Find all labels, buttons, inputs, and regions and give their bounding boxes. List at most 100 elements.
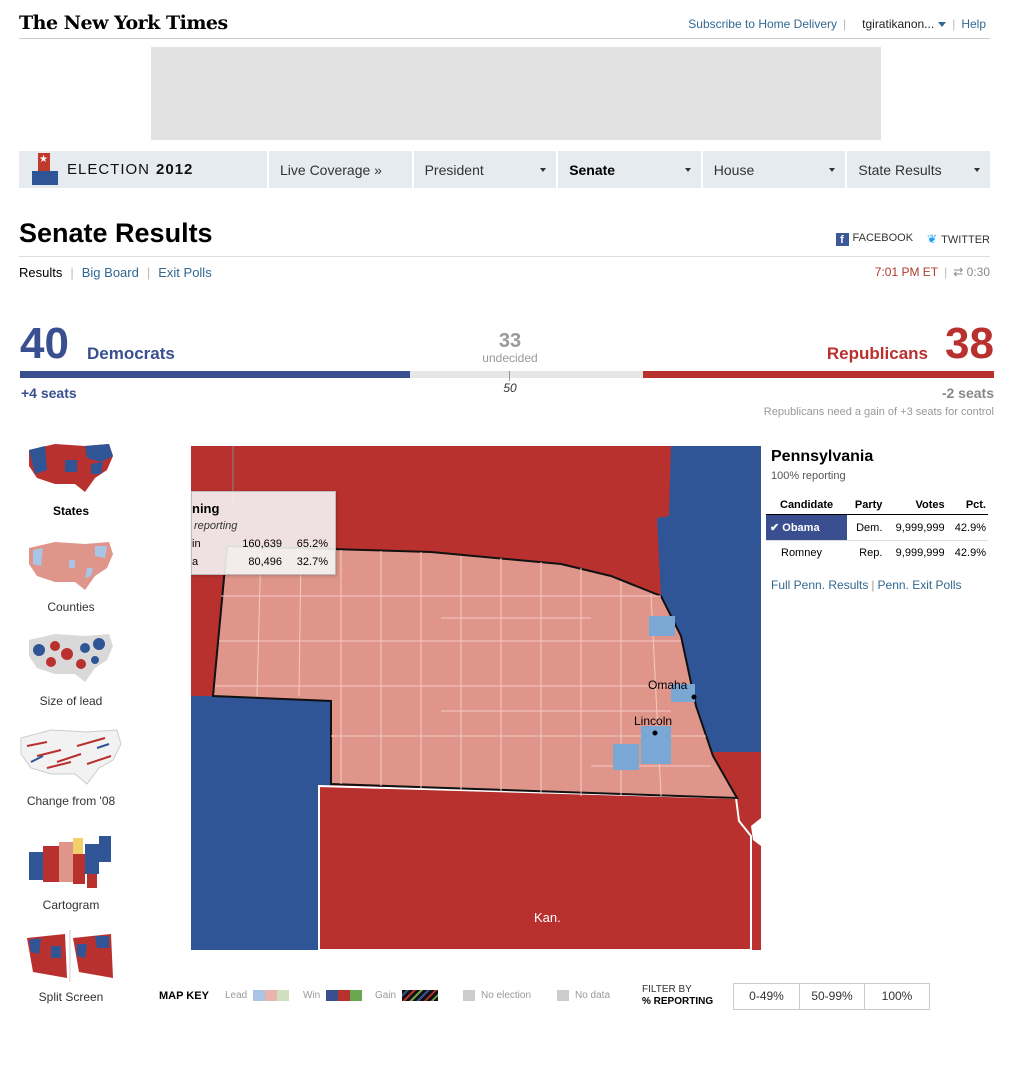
nav-president[interactable]: President — [411, 151, 557, 188]
tooltip-subtitle: reporting — [194, 520, 238, 532]
dem-seat-fill — [20, 371, 410, 378]
refresh-icon: ⇄ — [953, 265, 967, 279]
help-link[interactable]: Help — [961, 17, 986, 31]
gain-swatch — [402, 990, 439, 1001]
table-row: Romney Rep. 9,999,999 42.9% — [766, 541, 988, 566]
table-row: ✔ Obama Dem. 9,999,999 42.9% — [766, 514, 988, 541]
rep-seat-change: -2 seats — [941, 385, 994, 401]
undecided-label: undecided — [482, 351, 538, 365]
view-states[interactable]: States — [12, 440, 130, 518]
county-lead-dem[interactable] — [649, 616, 675, 636]
rep-seat-fill — [643, 371, 994, 378]
exit-polls-link[interactable]: Penn. Exit Polls — [878, 578, 962, 592]
filter-0-49[interactable]: 0-49% — [734, 984, 799, 1009]
colorado-region[interactable] — [191, 696, 331, 950]
ballot-box-icon: ★ — [32, 153, 58, 185]
tooltip-row: a 80,496 32.7% — [192, 556, 328, 568]
account-links: Subscribe to Home Delivery | tgiratikano… — [688, 17, 986, 31]
masthead: The New York Times Subscribe to Home Del… — [19, 10, 990, 39]
filter-100[interactable]: 100% — [864, 984, 929, 1009]
no-election-swatch — [463, 990, 475, 1001]
rep-label: Republicans — [826, 344, 928, 363]
candidate-name: Romney — [781, 547, 822, 559]
twitter-share[interactable]: ❦ TWITTER — [927, 232, 990, 246]
view-label: Change from '08 — [26, 794, 116, 808]
tooltip-title: ning — [192, 501, 220, 516]
key-no-election: No election — [463, 990, 531, 1001]
tab-results[interactable]: Results — [19, 265, 62, 280]
view-cartogram[interactable]: Cartogram — [12, 832, 130, 912]
election-nav: ★ ELECTION 2012 Live Coverage » Presiden… — [19, 151, 990, 188]
view-label: Counties — [47, 600, 95, 614]
split-screen-icon — [27, 930, 113, 982]
tooltip-row: in 160,639 65.2% — [192, 538, 328, 550]
us-map-counties-icon — [29, 542, 113, 590]
us-map-bubbles-icon — [29, 634, 113, 682]
nav-live-coverage[interactable]: Live Coverage » — [267, 151, 412, 188]
undecided-count: 33 — [498, 330, 522, 352]
divider — [19, 256, 990, 257]
timestamp: 7:01 PM ET — [874, 265, 939, 279]
reporting-status: 100% reporting — [771, 470, 846, 482]
facebook-icon: f — [835, 233, 849, 246]
nyt-logo[interactable]: The New York Times — [19, 12, 228, 34]
user-menu[interactable]: tgiratikanon... — [862, 17, 947, 31]
win-rep-swatch — [338, 990, 351, 1001]
divider: | — [843, 17, 847, 31]
state-links: Full Penn. Results | Penn. Exit Polls — [771, 578, 962, 592]
key-lead: Lead — [225, 990, 290, 1001]
tab-exit-polls[interactable]: Exit Polls — [158, 265, 211, 280]
subscribe-link[interactable]: Subscribe to Home Delivery — [688, 17, 837, 31]
brand-year: 2012 — [156, 161, 194, 178]
reporting-filter: 0-49% 50-99% 100% — [733, 983, 930, 1010]
dropdown-caret-icon — [829, 167, 836, 172]
lincoln-marker — [652, 730, 658, 736]
table-header: Candidate Party Votes Pct. — [766, 496, 988, 515]
nav-state-results[interactable]: State Results — [845, 151, 990, 188]
dropdown-caret-icon — [684, 167, 691, 172]
view-counties[interactable]: Counties — [12, 538, 130, 614]
majority-tick — [509, 371, 510, 381]
view-label: Split Screen — [38, 990, 104, 1004]
view-size-of-lead[interactable]: Size of lead — [12, 630, 130, 708]
tab-big-board[interactable]: Big Board — [82, 265, 139, 280]
omaha-label: Omaha — [648, 678, 688, 692]
kansas-region[interactable] — [318, 784, 752, 950]
key-win: Win — [303, 990, 363, 1001]
view-split-screen[interactable]: Split Screen — [12, 928, 130, 1004]
view-change-from-08[interactable]: Change from '08 — [12, 726, 130, 808]
lead-other-swatch — [277, 990, 290, 1001]
county-tooltip: ning reporting in 160,639 65.2% a 80,496… — [191, 491, 336, 575]
check-icon: ✔ — [770, 522, 783, 534]
dem-seat-count: 40 — [20, 319, 69, 368]
omaha-marker — [691, 694, 697, 700]
rep-seat-count: 38 — [945, 319, 994, 368]
user-name: tgiratikanon... — [862, 17, 935, 31]
kansas-label: Kan. — [534, 910, 561, 925]
view-label: Cartogram — [42, 898, 100, 912]
us-map-arrows-icon — [20, 729, 122, 785]
nav-house[interactable]: House — [700, 151, 846, 188]
key-gain: Gain — [375, 990, 439, 1001]
update-time: 7:01 PM ET | ⇄ 0:30 — [874, 265, 990, 279]
view-label: Size of lead — [39, 694, 103, 708]
chevron-down-icon — [938, 22, 947, 28]
seat-balance-bar — [20, 371, 994, 378]
lead-dem-swatch — [253, 990, 266, 1001]
dem-label: Democrats — [87, 344, 175, 363]
page-title: Senate Results — [19, 218, 213, 248]
share-buttons: f FACEBOOK ❦ TWITTER — [835, 232, 990, 246]
full-results-link[interactable]: Full Penn. Results — [771, 578, 868, 592]
lincoln-label: Lincoln — [634, 714, 673, 728]
state-name: Pennsylvania — [771, 448, 874, 465]
control-note: Republicans need a gain of +3 seats for … — [763, 406, 994, 418]
election-brand[interactable]: ★ ELECTION 2012 — [19, 151, 267, 188]
divider: | — [952, 17, 956, 31]
view-label: States — [52, 504, 90, 518]
facebook-share[interactable]: f FACEBOOK — [835, 232, 913, 246]
nav-senate[interactable]: Senate — [556, 151, 701, 188]
refresh-countdown[interactable]: ⇄ 0:30 — [953, 265, 990, 279]
filter-50-99[interactable]: 50-99% — [799, 984, 864, 1009]
county-lead-dem[interactable] — [613, 744, 639, 770]
win-other-swatch — [350, 990, 363, 1001]
